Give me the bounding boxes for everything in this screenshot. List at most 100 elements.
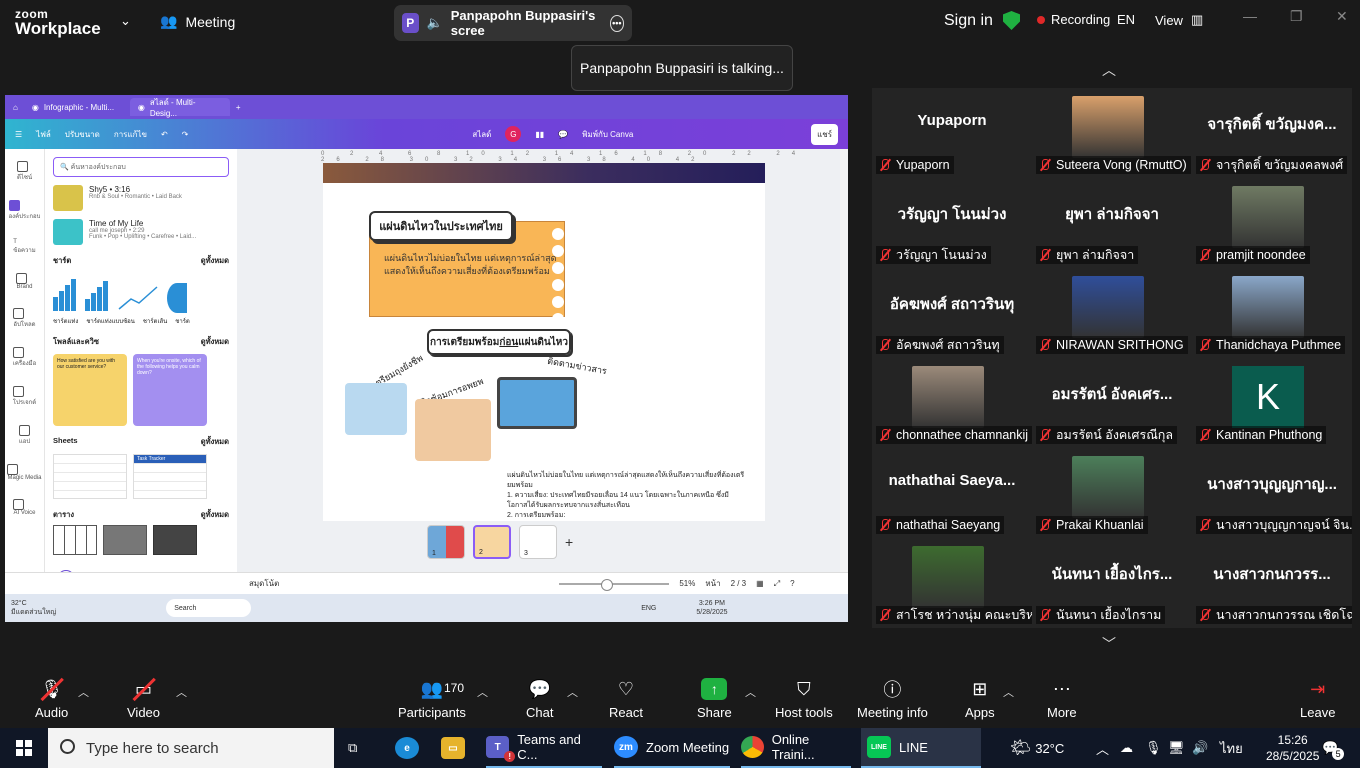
participant-tile[interactable]: อัคฆพงศ์ สถาวรินทุ อัคฆพงศ์ สถาวรินทุ [872,268,1032,358]
resize-menu[interactable]: ปรับขนาด [65,128,100,141]
slide-title-chip[interactable]: แผ่นดินไหวในประเทศไทย [369,211,513,241]
rail-upload[interactable]: อัปโหลด [13,308,36,329]
rail-projects[interactable]: โปรเจกต์ [12,386,36,407]
start-button[interactable] [0,728,48,768]
page-thumb[interactable]: 1 [427,525,465,559]
participant-tile[interactable]: วรัญญา โนนม่วง วรัญญา โนนม่วง [872,178,1032,268]
page-label[interactable]: หน้า [705,577,720,590]
rail-tools[interactable]: เครื่องมือ [12,347,36,368]
print-button[interactable]: พิมพ์กับ Canva [582,128,633,141]
chat-button[interactable]: 💬 Chat [526,676,553,721]
participant-tile[interactable]: นางสาวบุญญกาญ... นางสาวบุญญกาญจน์ จิน... [1192,448,1352,538]
notes-button[interactable]: สมุดโน้ต [249,577,279,590]
view-button[interactable]: View ▥ [1155,12,1203,28]
page-thumb[interactable]: 3 [519,525,557,559]
prep-title-chip[interactable]: การเตรียมพร้อม ก่อน แผ่นดินไหว [427,329,571,355]
weather-widget[interactable]: 🌤 32°C [1010,728,1064,768]
sheet-card[interactable]: Task Tracker [133,454,207,499]
more-button[interactable]: ⋯ More [1047,676,1077,721]
tray-chevron-icon[interactable]: ︿ [1096,728,1109,768]
taskbar-clock[interactable]: 15:26 28/5/2025 [1266,732,1319,764]
participant-tile[interactable]: จารุกิตติ์ ขวัญมงค... จารุกิตติ์ ขวัญมงคล… [1192,88,1352,178]
rail-apps[interactable]: แอป [18,425,30,446]
comment-icon[interactable]: 💬 [558,130,568,139]
share-button[interactable]: ↑ Share [697,676,732,720]
participant-tile[interactable]: อมรรัตน์ อังคเศร... อมรรัตน์ อังคเศรณีกุล [1032,358,1192,448]
participant-tile[interactable]: nathathai Saeya... nathathai Saeyang [872,448,1032,538]
participant-tile[interactable]: chonnathee chamnankij [872,358,1032,448]
rail-elements[interactable]: องค์ประกอบ [8,200,40,221]
screen-share-indicator[interactable]: P 🔈 Panpapohn Buppasiri's scree ••• [394,5,632,41]
apps-caret-icon[interactable]: ︿ [1003,684,1014,700]
more-options-icon[interactable]: ••• [609,14,624,32]
home-icon[interactable]: ⌂ [13,103,18,112]
table-card[interactable] [153,525,197,555]
new-tab-icon[interactable]: + [236,103,241,112]
gallery-up-arrow-icon[interactable]: ︿ [1102,60,1116,80]
microphone-icon[interactable]: 🎙 [1145,728,1162,768]
slide-page[interactable]: แผ่นดินไหวในประเทศไทย แผ่นดินไหวไม่บ่อยใ… [323,163,765,521]
language-indicator[interactable]: EN [1117,12,1135,27]
rail-design[interactable]: ดีไซน์ [16,161,32,182]
rail-magic[interactable]: Magic Media [7,464,42,481]
host-tools-button[interactable]: ⛉ Host tools [775,676,833,721]
zoom-percent[interactable]: 51% [679,579,695,588]
teams-taskbar-app[interactable]: T! Teams and C... [486,728,602,768]
participant-tile[interactable]: K Kantinan Phuthong [1192,358,1352,448]
chevron-down-icon[interactable]: ⌄ [120,13,131,29]
security-shield-icon[interactable] [1003,11,1020,30]
apps-button[interactable]: ⊞ Apps [965,676,995,721]
user-avatar[interactable]: G [505,126,522,142]
analytics-icon[interactable]: ▮▮ [535,130,544,139]
gallery-down-arrow-icon[interactable]: ﹀ [1102,634,1116,654]
zoom-taskbar-app[interactable]: zm Zoom Meeting [614,728,730,768]
audio-caret-icon[interactable]: ︿ [78,684,89,700]
participant-tile[interactable]: Prakai Khuanlai [1032,448,1192,538]
table-card[interactable] [53,525,97,555]
line-chart-option[interactable] [117,283,159,313]
participant-tile[interactable]: Thanidchaya Puthmee [1192,268,1352,358]
chat-caret-icon[interactable]: ︿ [567,684,578,700]
grid-icon[interactable]: ▦ [756,579,764,588]
edit-menu[interactable]: การแก้ไข [114,128,147,141]
participant-tile[interactable]: ยุพา ล่ามกิจจา ยุพา ล่ามกิจจา [1032,178,1192,268]
participant-tile[interactable]: Yupaporn Yupaporn [872,88,1032,178]
form-card[interactable]: When you're onsite, which of the followi… [133,354,207,426]
zoom-slider[interactable] [559,578,670,591]
table-card[interactable] [103,525,147,555]
participant-tile[interactable]: Suteera Vong (RmuttO) [1032,88,1192,178]
minimize-icon[interactable]: — [1243,8,1257,24]
edge-icon[interactable]: e [395,728,419,768]
page-thumb-active[interactable]: 2 [473,525,511,559]
rail-text[interactable]: T ข้อความ [13,239,35,255]
redo-icon[interactable]: ↷ [182,130,189,139]
participant-tile[interactable]: pramjit noondee [1192,178,1352,268]
fullscreen-icon[interactable]: ⤢ [774,579,780,589]
add-page-icon[interactable]: + [565,534,573,550]
see-all-link[interactable]: ดูทั้งหมด [201,255,229,267]
bar-chart-option[interactable] [53,279,77,313]
browser-tab[interactable]: ◉ Infographic - Multi... [24,98,124,116]
react-button[interactable]: ♡ React [609,676,643,721]
participant-tile[interactable]: NIRAWAN SRITHONG [1032,268,1192,358]
sign-in-link[interactable]: Sign in [944,12,993,30]
meeting-menu[interactable]: 👥 Meeting [160,13,235,30]
hamburger-icon[interactable]: ☰ [15,130,22,139]
maximize-icon[interactable]: ❐ [1290,8,1303,25]
file-menu[interactable]: ไฟล์ [36,128,51,141]
audio-item[interactable]: Shy5 • 3:16 Rnb & Soul • Romantic • Laid … [53,185,229,211]
stacked-bar-option[interactable] [85,281,109,313]
meeting-info-button[interactable]: ⓘ Meeting info [857,676,928,720]
participant-tile[interactable]: นันทนา เยื้องไกร... นันทนา เยื้องไกราม [1032,538,1192,628]
file-explorer-icon[interactable]: ▭ [441,728,465,768]
canvas-scrollbar[interactable] [840,149,848,594]
recording-indicator[interactable]: Recording [1037,12,1110,27]
participant-tile[interactable]: นางสาวกนกวรร... นางสาวกนกวรรณ เชิดโฉ... [1192,538,1352,628]
close-icon[interactable]: ✕ [1336,8,1348,25]
browser-tab-active[interactable]: ◉ สไลด์ - Multi-Desig... [129,98,230,118]
participants-caret-icon[interactable]: ︿ [477,684,488,700]
pie-chart-option[interactable] [167,283,187,313]
line-taskbar-app[interactable]: LINE LINE [861,728,981,768]
video-caret-icon[interactable]: ︿ [176,684,187,700]
chrome-taskbar-app[interactable]: Online Traini... [741,728,851,768]
